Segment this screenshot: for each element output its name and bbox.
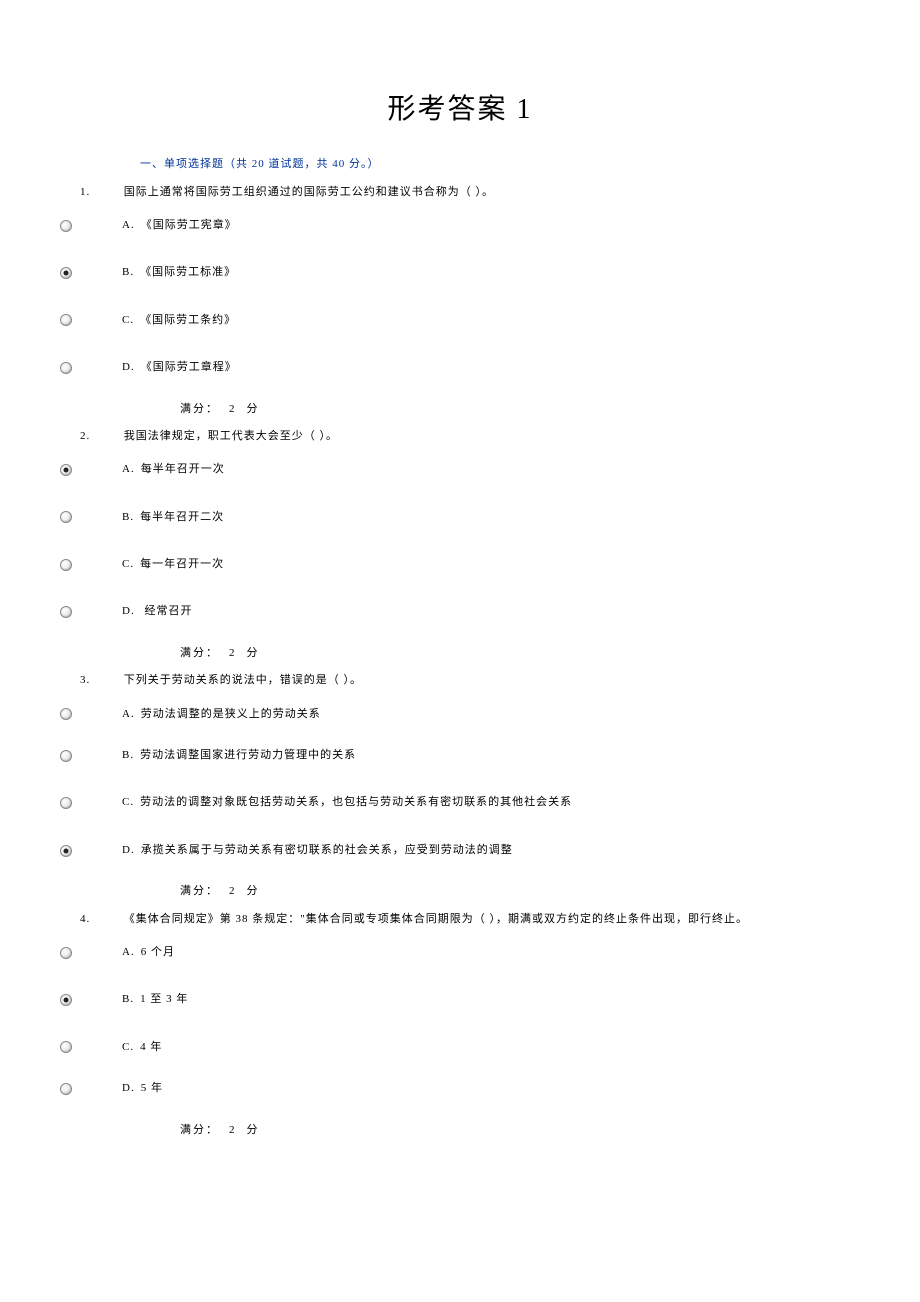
q1-option-d-row[interactable]: D.《国际劳工章程》 [50, 360, 870, 375]
q2-option-b-row[interactable]: B.每半年召开二次 [50, 510, 870, 525]
q1-option-d: D.《国际劳工章程》 [122, 360, 237, 375]
radio-icon[interactable] [60, 1041, 72, 1053]
question-number: 1. [80, 185, 120, 200]
q4-marks: 满分：2分 [180, 1123, 870, 1138]
q4-option-b: B.1 至 3 年 [122, 992, 188, 1007]
q1-option-a: A.《国际劳工宪章》 [122, 218, 237, 233]
q3-option-c: C.劳动法的调整对象既包括劳动关系，也包括与劳动关系有密切联系的其他社会关系 [122, 795, 572, 810]
q2-option-a: A.每半年召开一次 [122, 462, 225, 477]
radio-icon[interactable] [60, 464, 72, 476]
q3-option-b-row[interactable]: B.劳动法调整国家进行劳动力管理中的关系 [50, 748, 870, 763]
question-4: 4. 《集体合同规定》第 38 条规定："集体合同或专项集体合同期限为（ ），期… [50, 912, 870, 1138]
q4-option-c-row[interactable]: C.4 年 [50, 1040, 870, 1055]
q2-marks: 满分：2分 [180, 646, 870, 661]
question-4-text: 4. 《集体合同规定》第 38 条规定："集体合同或专项集体合同期限为（ ），期… [80, 912, 870, 927]
q3-marks: 满分：2分 [180, 884, 870, 899]
q4-option-a-row[interactable]: A.6 个月 [50, 945, 870, 960]
radio-icon[interactable] [60, 750, 72, 762]
q3-option-c-row[interactable]: C.劳动法的调整对象既包括劳动关系，也包括与劳动关系有密切联系的其他社会关系 [50, 795, 870, 810]
question-body: 下列关于劳动关系的说法中，错误的是（ ）。 [124, 674, 362, 686]
radio-icon[interactable] [60, 845, 72, 857]
q3-option-a: A.劳动法调整的是狭义上的劳动关系 [122, 707, 321, 722]
q2-option-d-row[interactable]: D. 经常召开 [50, 604, 870, 619]
q4-option-d-row[interactable]: D.5 年 [50, 1081, 870, 1096]
q2-option-c: C.每一年召开一次 [122, 557, 224, 572]
question-number: 3. [80, 673, 120, 688]
q1-marks: 满分：2分 [180, 402, 870, 417]
question-1: 1. 国际上通常将国际劳工组织通过的国际劳工公约和建议书合称为（ ）。 A.《国… [50, 185, 870, 417]
q2-option-d: D. 经常召开 [122, 604, 192, 619]
q1-option-a-row[interactable]: A.《国际劳工宪章》 [50, 218, 870, 233]
section-header: 一、单项选择题（共 20 道试题，共 40 分。） [140, 157, 870, 172]
radio-icon[interactable] [60, 220, 72, 232]
question-3-text: 3. 下列关于劳动关系的说法中，错误的是（ ）。 [80, 673, 870, 688]
page-title: 形考答案 1 [50, 90, 870, 129]
radio-icon[interactable] [60, 606, 72, 618]
q1-option-c: C.《国际劳工条约》 [122, 313, 236, 328]
q2-option-c-row[interactable]: C.每一年召开一次 [50, 557, 870, 572]
q3-option-d: D.承揽关系属于与劳动关系有密切联系的社会关系，应受到劳动法的调整 [122, 843, 513, 858]
radio-icon[interactable] [60, 362, 72, 374]
radio-icon[interactable] [60, 559, 72, 571]
radio-icon[interactable] [60, 947, 72, 959]
radio-icon[interactable] [60, 708, 72, 720]
radio-icon[interactable] [60, 511, 72, 523]
q4-option-a: A.6 个月 [122, 945, 175, 960]
question-2-text: 2. 我国法律规定，职工代表大会至少（ ）。 [80, 429, 870, 444]
q1-option-b: B.《国际劳工标准》 [122, 265, 236, 280]
question-number: 4. [80, 912, 120, 927]
question-1-text: 1. 国际上通常将国际劳工组织通过的国际劳工公约和建议书合称为（ ）。 [80, 185, 870, 200]
question-body: 我国法律规定，职工代表大会至少（ ）。 [124, 430, 338, 442]
question-body: 国际上通常将国际劳工组织通过的国际劳工公约和建议书合称为（ ）。 [124, 186, 494, 198]
question-number: 2. [80, 429, 120, 444]
q3-option-b: B.劳动法调整国家进行劳动力管理中的关系 [122, 748, 356, 763]
radio-icon[interactable] [60, 994, 72, 1006]
q2-option-b: B.每半年召开二次 [122, 510, 224, 525]
q3-option-a-row[interactable]: A.劳动法调整的是狭义上的劳动关系 [50, 707, 870, 722]
question-2: 2. 我国法律规定，职工代表大会至少（ ）。 A.每半年召开一次 B.每半年召开… [50, 429, 870, 661]
radio-icon[interactable] [60, 314, 72, 326]
radio-icon[interactable] [60, 797, 72, 809]
q1-option-c-row[interactable]: C.《国际劳工条约》 [50, 313, 870, 328]
radio-icon[interactable] [60, 1083, 72, 1095]
q4-option-d: D.5 年 [122, 1081, 163, 1096]
q2-option-a-row[interactable]: A.每半年召开一次 [50, 462, 870, 477]
q4-option-b-row[interactable]: B.1 至 3 年 [50, 992, 870, 1007]
q1-option-b-row[interactable]: B.《国际劳工标准》 [50, 265, 870, 280]
question-body: 《集体合同规定》第 38 条规定："集体合同或专项集体合同期限为（ ），期满或双… [124, 913, 748, 925]
question-3: 3. 下列关于劳动关系的说法中，错误的是（ ）。 A.劳动法调整的是狭义上的劳动… [50, 673, 870, 899]
radio-icon[interactable] [60, 267, 72, 279]
q3-option-d-row[interactable]: D.承揽关系属于与劳动关系有密切联系的社会关系，应受到劳动法的调整 [50, 843, 870, 858]
q4-option-c: C.4 年 [122, 1040, 162, 1055]
